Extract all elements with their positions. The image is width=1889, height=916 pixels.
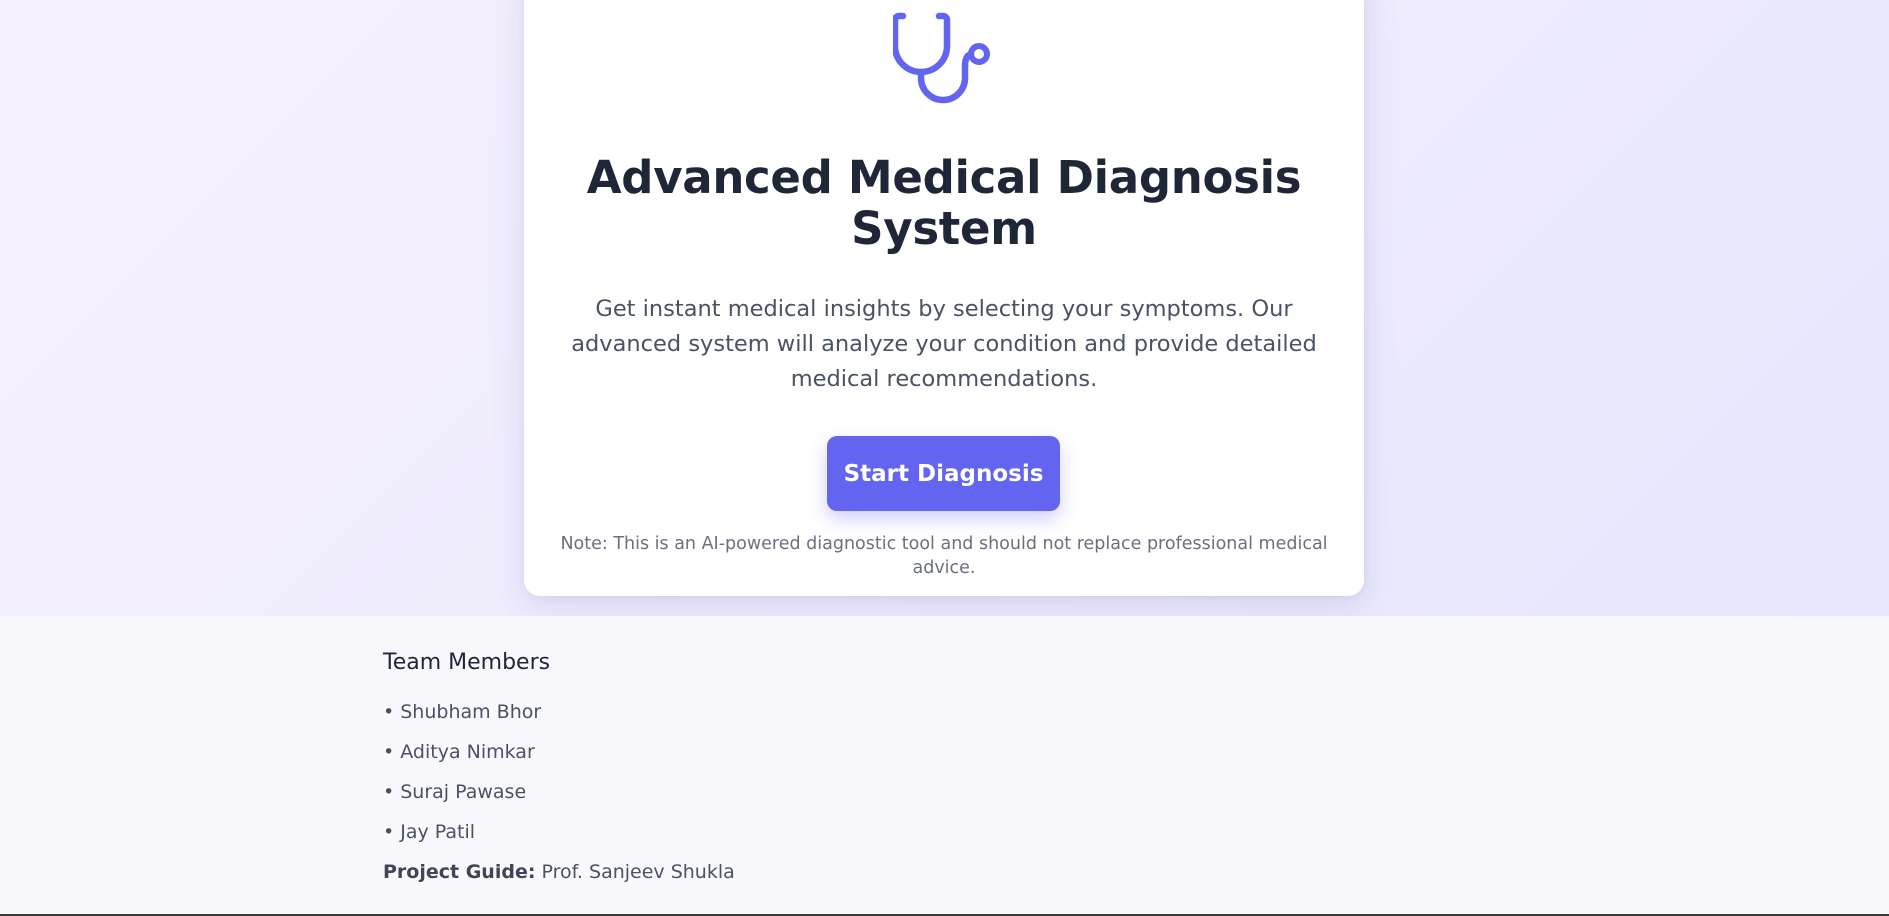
start-diagnosis-button[interactable]: Start Diagnosis (827, 436, 1060, 511)
project-guide-name: Prof. Sanjeev Shukla (541, 861, 735, 883)
hero-description: Get instant medical insights by selectin… (571, 296, 1317, 392)
team-member: • Suraj Pawase (383, 781, 527, 803)
team-members-heading: Team Members (383, 650, 551, 675)
stethoscope-icon (893, 12, 990, 104)
team-footer (0, 616, 1889, 916)
team-member: • Aditya Nimkar (383, 741, 535, 763)
team-member: • Shubham Bhor (383, 701, 542, 723)
project-guide-label: Project Guide: (383, 861, 536, 883)
team-member: • Jay Patil (383, 821, 476, 843)
project-guide: Project Guide: Prof. Sanjeev Shukla (383, 861, 735, 883)
page-title: Advanced Medical Diagnosis System (586, 151, 1302, 255)
disclaimer-note: Note: This is an AI-powered diagnostic t… (560, 534, 1328, 578)
